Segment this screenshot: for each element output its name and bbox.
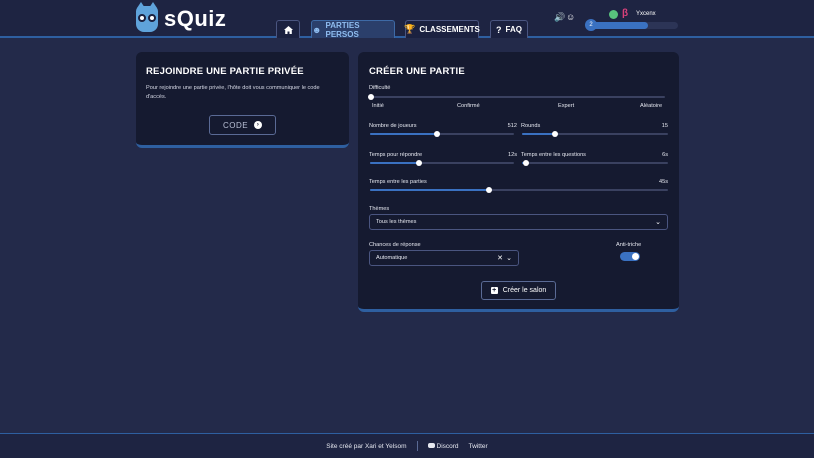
rounds-slider-thumb[interactable] [552, 131, 558, 137]
discord-link[interactable]: Discord [427, 442, 459, 450]
themes-select-value: Tous les thèmes [376, 219, 417, 225]
chevron-down-icon[interactable]: ⌄ [506, 254, 512, 262]
nav-home-button[interactable] [276, 20, 300, 38]
join-card-title: REJOINDRE UNE PARTIE PRIVÉE [146, 66, 304, 77]
anticheat-toggle[interactable] [620, 252, 640, 261]
create-room-button[interactable]: + Créer le salon [481, 281, 556, 300]
nav-faq-label: FAQ [505, 25, 522, 34]
code-input-placeholder: CODE [222, 120, 249, 130]
level-progress-bar [586, 22, 678, 29]
join-card-description: Pour rejoindre une partie privée, l'hôte… [146, 85, 320, 100]
difficulty-level-expert: Expert [558, 103, 575, 109]
players-slider-thumb[interactable] [434, 131, 440, 137]
game-time-slider[interactable] [370, 187, 668, 193]
join-private-game-card: REJOINDRE UNE PARTIE PRIVÉE Pour rejoind… [136, 52, 349, 148]
difficulty-level-initie: Initié [372, 103, 384, 109]
create-card-title: CRÉER UNE PARTIE [369, 66, 465, 77]
discord-icon [427, 443, 435, 449]
home-icon [283, 25, 293, 34]
rounds-slider-fill [522, 133, 555, 135]
nav-faq[interactable]: ? FAQ [490, 20, 528, 38]
difficulty-level-confirme: Confirmé [457, 103, 480, 109]
players-slider-fill [370, 133, 437, 135]
players-label: Nombre de joueurs [369, 123, 417, 129]
nav-parties-persos-label: PARTIES PERSOS [325, 20, 360, 39]
level-badge: 2 [585, 19, 597, 31]
difficulty-label: Difficulté [369, 85, 391, 91]
trophy-icon: 🏆 [404, 24, 416, 34]
username[interactable]: Yxcenx [636, 11, 656, 17]
answer-time-slider[interactable] [370, 160, 514, 166]
owl-logo-icon [136, 2, 158, 32]
twitter-link[interactable]: Twitter [469, 443, 488, 450]
clear-icon[interactable]: ✕ [497, 254, 503, 262]
question-icon: ? [496, 24, 502, 35]
difficulty-slider[interactable] [368, 94, 665, 100]
players-slider[interactable] [370, 131, 514, 137]
plus-square-icon: + [490, 287, 498, 294]
answer-time-slider-fill [370, 162, 419, 164]
volume-icon[interactable]: 🔊 [554, 12, 565, 23]
difficulty-slider-thumb[interactable] [368, 94, 374, 100]
themes-select[interactable]: Tous les thèmes ⌄ [369, 214, 668, 230]
arrow-right-circle-icon[interactable]: › [254, 121, 263, 129]
footer-separator [416, 441, 418, 451]
create-room-button-label: Créer le salon [502, 287, 547, 294]
rounds-value: 15 [661, 123, 668, 129]
answer-time-slider-thumb[interactable] [416, 160, 422, 166]
top-header: sQuiz ☻ PARTIES PERSOS 🏆 CLASSEMENTS ? F… [0, 0, 814, 39]
anticheat-toggle-knob [632, 253, 639, 260]
nav-classements-label: CLASSEMENTS [419, 25, 480, 34]
themes-label: Thèmes [369, 206, 390, 212]
nav-classements[interactable]: 🏆 CLASSEMENTS [404, 20, 480, 38]
answer-time-label: Temps pour répondre [369, 152, 423, 158]
logo[interactable]: sQuiz [136, 2, 227, 33]
chances-select[interactable]: Automatique ✕ ⌄ [369, 250, 519, 266]
players-value: 512 [507, 123, 517, 129]
chances-label: Chances de réponse [369, 242, 421, 248]
brand-name: sQuiz [164, 6, 227, 31]
nav-parties-persos[interactable]: ☻ PARTIES PERSOS [311, 20, 395, 39]
create-game-card: CRÉER UNE PARTIE Difficulté Initié Confi… [358, 52, 679, 312]
rounds-slider[interactable] [522, 131, 668, 137]
game-time-value: 45s [658, 179, 668, 185]
question-time-slider-thumb[interactable] [523, 160, 529, 166]
anticheat-label: Anti-triche [616, 242, 642, 248]
chances-select-value: Automatique [376, 255, 408, 261]
question-time-value: 6s [662, 152, 668, 158]
beta-badge: β [622, 8, 629, 19]
status-indicator [609, 10, 618, 19]
footer-credit: Site créé par Xari et Yelsom [326, 442, 407, 450]
footer: Site créé par Xari et Yelsom Discord Twi… [0, 433, 814, 458]
question-time-label: Temps entre les questions [521, 152, 586, 158]
chevron-down-icon[interactable]: ⌄ [655, 218, 661, 226]
game-time-slider-thumb[interactable] [486, 187, 492, 193]
difficulty-level-aleatoire: Aléatoire [640, 103, 663, 109]
users-icon: ☻ [312, 24, 322, 35]
game-time-slider-fill [370, 189, 489, 191]
user-settings-icon[interactable]: ☺ [566, 12, 575, 22]
discord-link-label: Discord [436, 442, 459, 450]
rounds-label: Rounds [521, 123, 541, 129]
answer-time-value: 12s [507, 152, 517, 158]
question-time-slider[interactable] [522, 160, 668, 166]
game-time-label: Temps entre les parties [369, 179, 427, 185]
code-input[interactable]: CODE › [209, 115, 276, 135]
